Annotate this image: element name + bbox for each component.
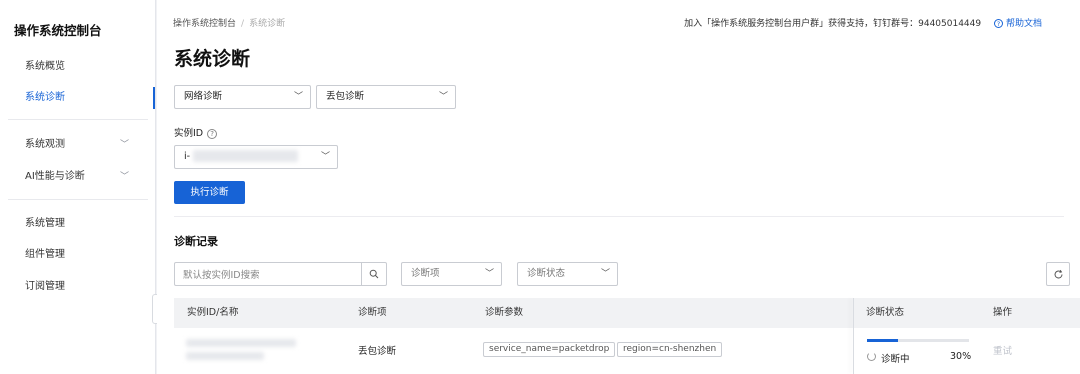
- main-content: 操作系统控制台 / 系统诊断 加入「操作系统服务控制台用户群」获得支持，钉钉群号：9…: [157, 0, 1080, 374]
- instance-id-label: 实例ID: [174, 128, 204, 139]
- fixed-column-divider: [853, 298, 854, 374]
- row-diagnosis-item: 丢包诊断: [358, 346, 397, 357]
- sidebar-item-subscription-management[interactable]: 订阅管理: [0, 272, 155, 302]
- row-progress-percent: 30%: [950, 351, 972, 362]
- select-value: i-: [184, 151, 191, 162]
- records-search: [174, 262, 387, 287]
- search-button[interactable]: [361, 263, 386, 285]
- select-placeholder: 诊断状态: [527, 268, 566, 279]
- sidebar-item-label: AI性能与诊断: [25, 171, 85, 182]
- sidebar-divider: [8, 119, 148, 120]
- breadcrumb-separator: /: [241, 19, 245, 29]
- column-header-instance: 实例ID/名称: [187, 307, 239, 318]
- header-support: 加入「操作系统服务控制台用户群」获得支持，钉钉群号：94405014449 ? 帮…: [684, 16, 1042, 29]
- chevron-down-icon: ﹀: [293, 92, 303, 102]
- column-header-action: 操作: [993, 307, 1013, 318]
- records-title: 诊断记录: [174, 235, 218, 248]
- question-circle-icon: ?: [993, 19, 1003, 28]
- run-diagnosis-button[interactable]: 执行诊断: [174, 181, 245, 204]
- chevron-down-icon: ﹀: [600, 269, 610, 279]
- param-tag: service_name=packetdrop: [483, 342, 616, 357]
- select-placeholder: 诊断项: [411, 268, 440, 279]
- breadcrumb-current: 系统诊断: [249, 19, 286, 29]
- breadcrumb-console-link[interactable]: 操作系统控制台: [173, 19, 236, 29]
- refresh-button[interactable]: [1046, 262, 1070, 286]
- filter-diagnosis-status[interactable]: 诊断状态 ﹀: [517, 262, 618, 286]
- diagnosis-progress-bar: [867, 339, 969, 342]
- chevron-down-icon: ﹀: [320, 152, 330, 162]
- sidebar-item-diagnosis[interactable]: 系统诊断: [0, 83, 155, 113]
- chevron-down-icon: ﹀: [438, 92, 448, 102]
- progress-fill: [867, 339, 898, 342]
- sidebar-item-observability[interactable]: 系统观测 ﹀: [0, 130, 155, 160]
- sidebar-item-label: 系统观测: [25, 139, 65, 150]
- search-input[interactable]: [175, 264, 361, 287]
- row-status: 诊断中: [881, 354, 910, 365]
- sidebar-title: 操作系统控制台: [14, 23, 102, 38]
- sidebar-divider: [8, 199, 148, 200]
- redacted-instance-name: [186, 352, 264, 360]
- refresh-icon: [1054, 269, 1062, 278]
- sidebar-item-system-management[interactable]: 系统管理: [0, 209, 155, 239]
- loading-spinner-icon: [867, 352, 876, 361]
- sidebar: 操作系统控制台 系统概览 系统诊断 系统观测 ﹀ AI性能与诊断 ﹀ 系统管理 …: [0, 0, 156, 374]
- page-title: 系统诊断: [174, 48, 251, 70]
- help-docs-link[interactable]: ? 帮助文档: [993, 19, 1042, 29]
- breadcrumb: 操作系统控制台 / 系统诊断: [173, 16, 285, 29]
- help-docs-label: 帮助文档: [1005, 19, 1042, 29]
- sidebar-item-ai-performance[interactable]: AI性能与诊断 ﹀: [0, 162, 155, 192]
- select-value: 网络诊断: [184, 91, 223, 102]
- sidebar-item-component-management[interactable]: 组件管理: [0, 240, 155, 270]
- question-circle-icon[interactable]: ?: [207, 129, 218, 139]
- sidebar-item-overview[interactable]: 系统概览: [0, 52, 155, 82]
- diagnosis-category-select[interactable]: 网络诊断 ﹀: [174, 85, 311, 109]
- redacted-instance-id: [186, 339, 296, 347]
- retry-button[interactable]: 重试: [993, 343, 1012, 357]
- instance-id-label-row: 实例ID?: [174, 125, 218, 139]
- filter-diagnosis-item[interactable]: 诊断项 ﹀: [401, 262, 502, 286]
- diagnosis-type-select[interactable]: 丢包诊断 ﹀: [316, 85, 456, 109]
- column-header-status: 诊断状态: [866, 307, 905, 318]
- redacted-instance-id: [193, 150, 298, 162]
- chevron-down-icon: ﹀: [484, 269, 494, 279]
- param-tag: region=cn-shenzhen: [617, 342, 723, 357]
- chevron-down-icon: ﹀: [119, 172, 129, 182]
- section-divider: [174, 216, 1064, 217]
- column-header-params: 诊断参数: [485, 307, 524, 318]
- chevron-down-icon: ﹀: [119, 140, 129, 150]
- search-icon: [369, 269, 379, 279]
- column-header-item: 诊断项: [358, 307, 387, 318]
- select-value: 丢包诊断: [326, 91, 365, 102]
- table-header: 实例ID/名称 诊断项 诊断参数 诊断状态 操作: [174, 298, 1080, 328]
- support-text: 加入「操作系统服务控制台用户群」获得支持，钉钉群号：94405014449: [684, 19, 982, 29]
